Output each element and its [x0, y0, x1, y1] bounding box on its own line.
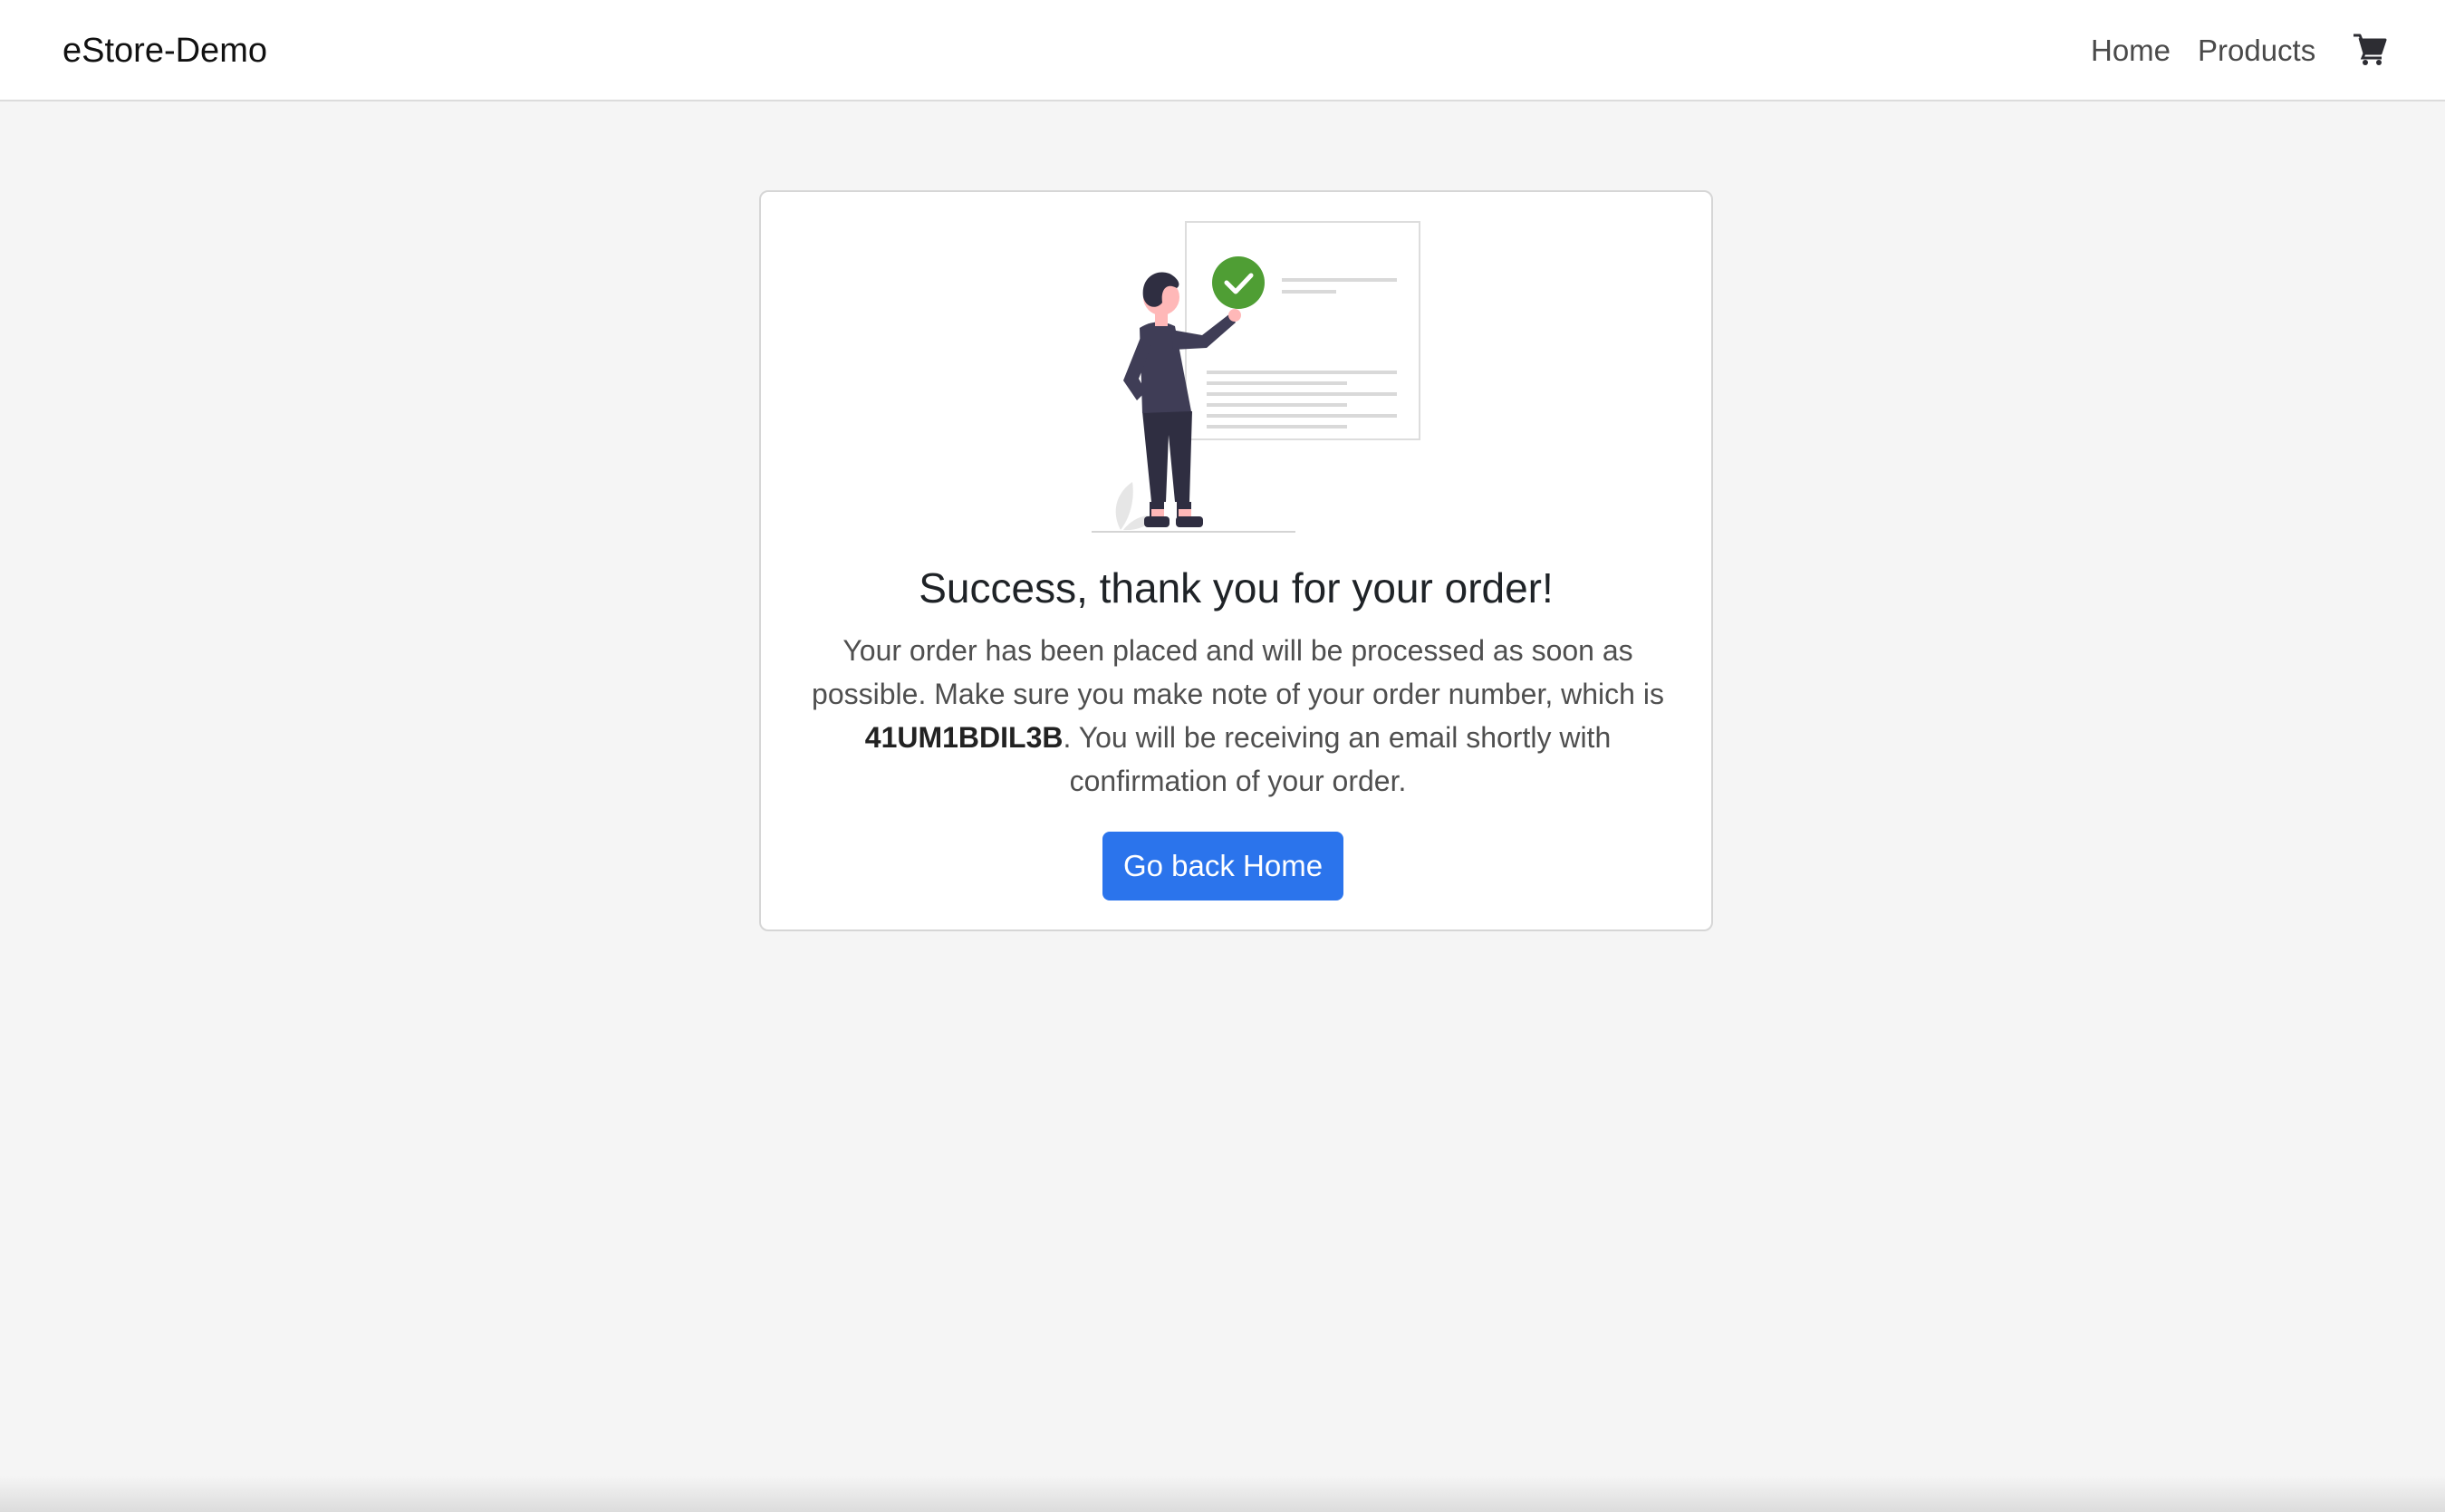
- bottom-edge-shadow: [0, 1476, 2445, 1512]
- go-back-home-button[interactable]: Go back Home: [1102, 832, 1343, 900]
- nav-link-home[interactable]: Home: [2091, 27, 2171, 74]
- order-number: 41UM1BDIL3B: [864, 721, 1064, 754]
- nav-link-products[interactable]: Products: [2198, 27, 2315, 74]
- order-success-illustration: [1055, 219, 1427, 545]
- confirmation-message-text: Your order has been placed and will be p…: [812, 634, 1664, 710]
- brand-logo-link[interactable]: eStore-Demo: [63, 27, 267, 74]
- shopping-cart-icon[interactable]: [2352, 31, 2388, 67]
- confirmation-message: Your order has been placed and will be p…: [797, 629, 1679, 803]
- confirmation-message-text-end: . You will be receiving an email shortly…: [1063, 721, 1612, 797]
- top-navbar: eStore-Demo Home Products: [0, 0, 2445, 101]
- order-confirmation-card: Success, thank you for your order! Your …: [759, 190, 1713, 931]
- confirmation-title: Success, thank you for your order!: [919, 564, 1554, 612]
